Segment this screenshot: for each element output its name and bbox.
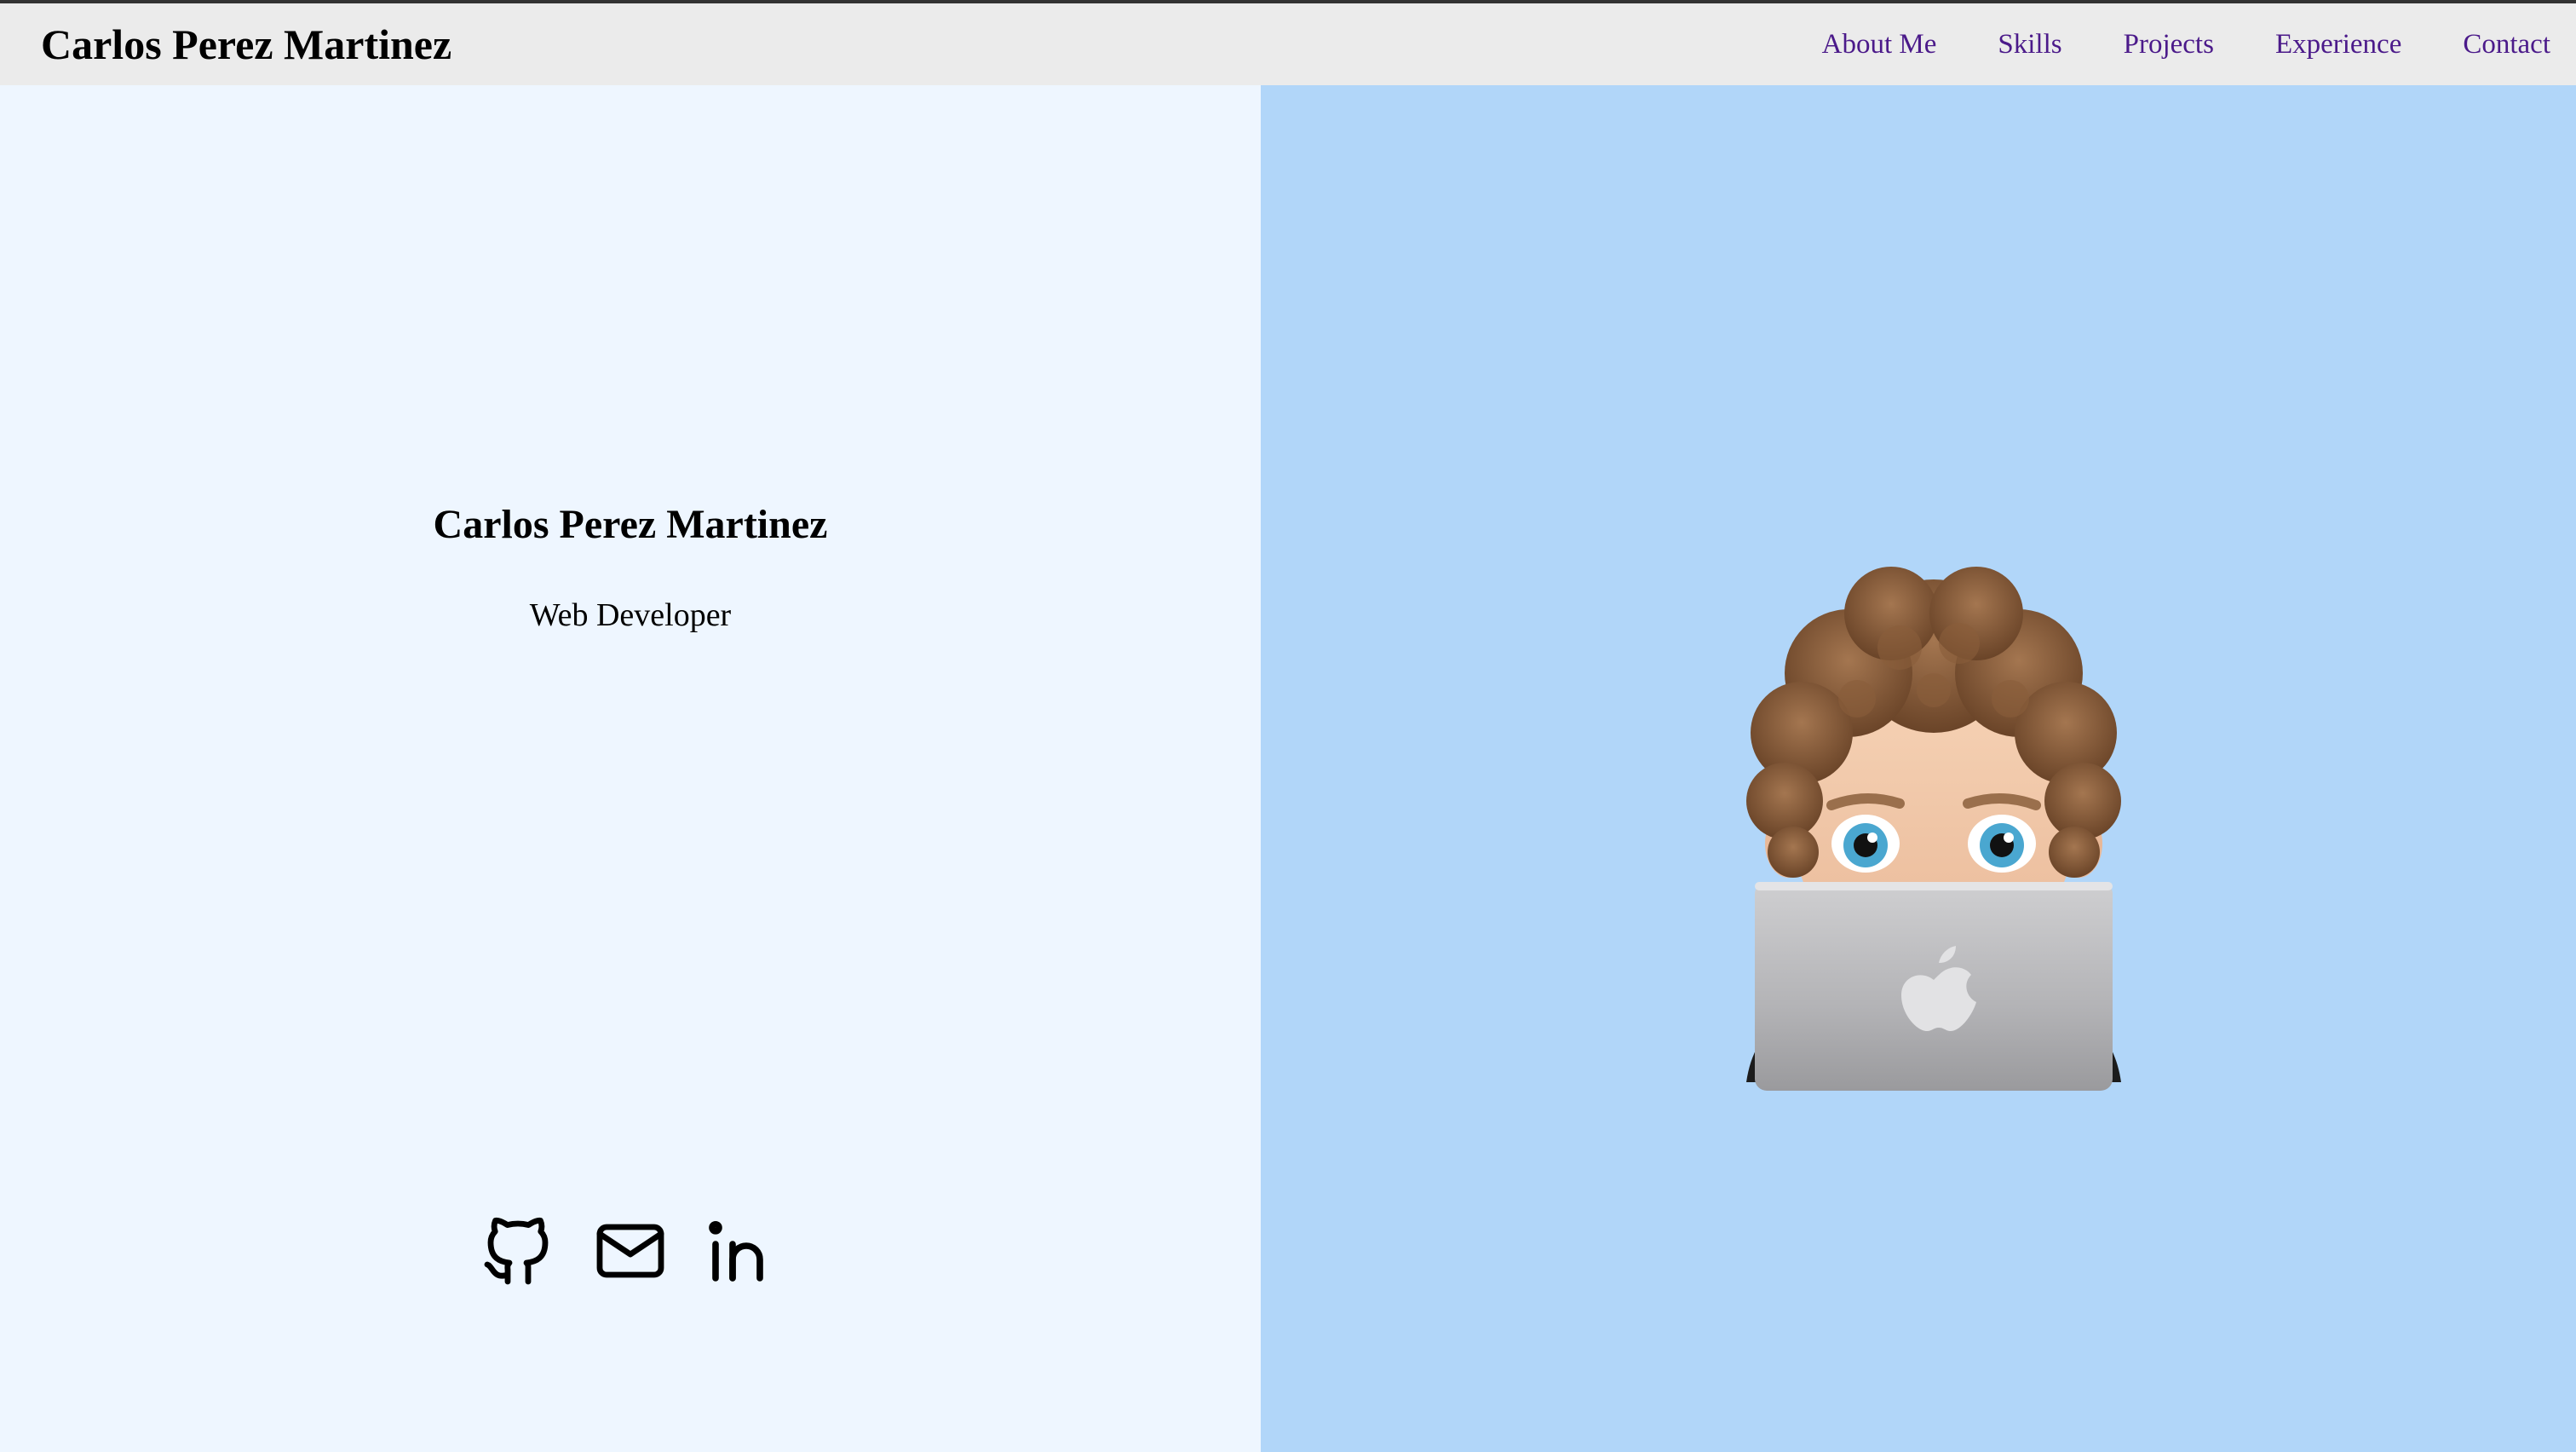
nav-links: About Me Skills Projects Experience Cont…: [1761, 29, 2550, 60]
nav-contact[interactable]: Contact: [2463, 29, 2550, 60]
github-icon: [484, 1217, 549, 1285]
social-links: [0, 1210, 1261, 1292]
navbar: Carlos Perez Martinez About Me Skills Pr…: [0, 3, 2576, 85]
linkedin-icon: [709, 1220, 763, 1282]
hero-name: Carlos Perez Martinez: [433, 502, 828, 547]
nav-about-me[interactable]: About Me: [1822, 29, 1937, 60]
hero-left-panel: Carlos Perez Martinez Web Developer: [0, 85, 1261, 1452]
github-link[interactable]: [477, 1210, 559, 1292]
linkedin-link[interactable]: [702, 1210, 784, 1292]
mail-icon: [596, 1224, 664, 1278]
email-link[interactable]: [589, 1210, 671, 1292]
nav-projects[interactable]: Projects: [2124, 29, 2214, 60]
hero-role: Web Developer: [529, 597, 732, 633]
nav-experience[interactable]: Experience: [2275, 29, 2401, 60]
memoji-avatar: [1729, 562, 2138, 1108]
nav-skills[interactable]: Skills: [1998, 29, 2061, 60]
brand-title[interactable]: Carlos Perez Martinez: [41, 20, 451, 69]
memoji-laptop-avatar-icon: [1746, 567, 2121, 1091]
